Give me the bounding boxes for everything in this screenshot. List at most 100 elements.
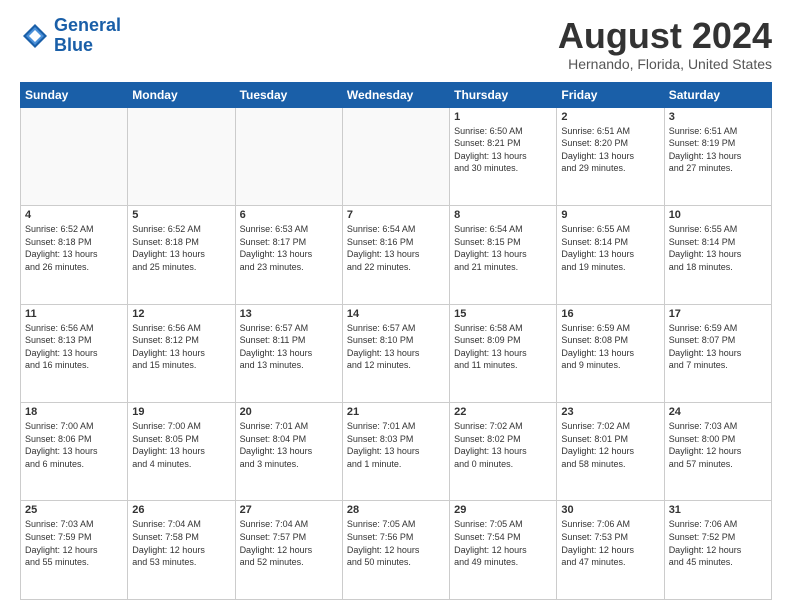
calendar-day-cell: 1 Sunrise: 6:50 AMSunset: 8:21 PMDaylight… [450,107,557,205]
calendar-day-cell [21,107,128,205]
day-number: 11 [25,308,123,320]
day-number: 30 [561,504,659,516]
calendar-day-cell: 17Sunrise: 6:59 AMSunset: 8:07 PMDayligh… [664,304,771,402]
calendar-day-cell: 24Sunrise: 7:03 AMSunset: 8:00 PMDayligh… [664,403,771,501]
subtitle: Hernando, Florida, United States [558,56,772,72]
calendar-day-cell: 15 Sunrise: 6:58 AMSunset: 8:09 PMDayligh… [450,304,557,402]
day-number: 13 [240,308,338,320]
day-number: 9 [561,209,659,221]
day-number: 14 [347,308,445,320]
calendar-day-cell: 23 Sunrise: 7:02 AMSunset: 8:01 PMDayligh… [557,403,664,501]
calendar-day-cell [342,107,449,205]
day-info: Sunrise: 7:00 AMSunset: 8:05 PMDaylight:… [132,420,230,470]
day-info: Sunrise: 7:06 AMSunset: 7:53 PMDaylight:… [561,518,659,568]
title-block: August 2024 Hernando, Florida, United St… [558,16,772,72]
day-info: Sunrise: 6:59 AMSunset: 8:08 PMDaylight:… [561,322,659,372]
day-info: Sunrise: 6:53 AMSunset: 8:17 PMDaylight:… [240,223,338,273]
day-number: 24 [669,406,767,418]
day-info: Sunrise: 6:58 AMSunset: 8:09 PMDaylight:… [454,322,552,372]
calendar-day-cell: 22Sunrise: 7:02 AMSunset: 8:02 PMDayligh… [450,403,557,501]
day-info: Sunrise: 6:56 AMSunset: 8:13 PMDaylight:… [25,322,123,372]
day-number: 12 [132,308,230,320]
calendar-day-cell: 21Sunrise: 7:01 AMSunset: 8:03 PMDayligh… [342,403,449,501]
day-info: Sunrise: 6:52 AMSunset: 8:18 PMDaylight:… [132,223,230,273]
calendar-day-cell: 3 Sunrise: 6:51 AMSunset: 8:19 PMDaylight… [664,107,771,205]
day-info: Sunrise: 6:51 AMSunset: 8:19 PMDaylight:… [669,125,767,175]
page: General Blue August 2024 Hernando, Flori… [0,0,792,612]
calendar-day-cell: 16 Sunrise: 6:59 AMSunset: 8:08 PMDayligh… [557,304,664,402]
day-number: 28 [347,504,445,516]
day-info: Sunrise: 6:50 AMSunset: 8:21 PMDaylight:… [454,125,552,175]
calendar-day-cell: 31 Sunrise: 7:06 AMSunset: 7:52 PMDayligh… [664,501,771,600]
day-info: Sunrise: 6:56 AMSunset: 8:12 PMDaylight:… [132,322,230,372]
calendar-day-cell: 19 Sunrise: 7:00 AMSunset: 8:05 PMDayligh… [128,403,235,501]
day-number: 10 [669,209,767,221]
calendar-table: SundayMondayTuesdayWednesdayThursdayFrid… [20,82,772,600]
day-info: Sunrise: 7:02 AMSunset: 8:02 PMDaylight:… [454,420,552,470]
calendar-day-cell: 8 Sunrise: 6:54 AMSunset: 8:15 PMDaylight… [450,206,557,304]
day-info: Sunrise: 6:52 AMSunset: 8:18 PMDaylight:… [25,223,123,273]
day-number: 5 [132,209,230,221]
day-number: 26 [132,504,230,516]
calendar-day-header: Sunday [21,82,128,107]
calendar-day-cell: 4 Sunrise: 6:52 AMSunset: 8:18 PMDaylight… [21,206,128,304]
logo-line1: General [54,15,121,35]
day-info: Sunrise: 6:55 AMSunset: 8:14 PMDaylight:… [669,223,767,273]
day-info: Sunrise: 7:05 AMSunset: 7:54 PMDaylight:… [454,518,552,568]
calendar-day-header: Thursday [450,82,557,107]
day-number: 25 [25,504,123,516]
day-info: Sunrise: 7:04 AMSunset: 7:58 PMDaylight:… [132,518,230,568]
logo-text: General Blue [54,16,121,56]
calendar-day-cell: 29Sunrise: 7:05 AMSunset: 7:54 PMDayligh… [450,501,557,600]
day-info: Sunrise: 7:06 AMSunset: 7:52 PMDaylight:… [669,518,767,568]
calendar-day-cell: 11 Sunrise: 6:56 AMSunset: 8:13 PMDayligh… [21,304,128,402]
calendar-day-header: Monday [128,82,235,107]
day-number: 3 [669,111,767,123]
day-info: Sunrise: 7:04 AMSunset: 7:57 PMDaylight:… [240,518,338,568]
day-info: Sunrise: 7:05 AMSunset: 7:56 PMDaylight:… [347,518,445,568]
calendar-day-cell: 12 Sunrise: 6:56 AMSunset: 8:12 PMDayligh… [128,304,235,402]
header: General Blue August 2024 Hernando, Flori… [20,16,772,72]
logo-line2: Blue [54,35,93,55]
day-info: Sunrise: 7:01 AMSunset: 8:04 PMDaylight:… [240,420,338,470]
day-number: 20 [240,406,338,418]
day-number: 23 [561,406,659,418]
calendar-header-row: SundayMondayTuesdayWednesdayThursdayFrid… [21,82,772,107]
day-info: Sunrise: 6:57 AMSunset: 8:11 PMDaylight:… [240,322,338,372]
calendar-day-cell: 26 Sunrise: 7:04 AMSunset: 7:58 PMDayligh… [128,501,235,600]
day-number: 16 [561,308,659,320]
day-number: 2 [561,111,659,123]
calendar-week-row: 1 Sunrise: 6:50 AMSunset: 8:21 PMDaylight… [21,107,772,205]
calendar-week-row: 18Sunrise: 7:00 AMSunset: 8:06 PMDayligh… [21,403,772,501]
calendar-day-cell: 28 Sunrise: 7:05 AMSunset: 7:56 PMDayligh… [342,501,449,600]
day-info: Sunrise: 6:51 AMSunset: 8:20 PMDaylight:… [561,125,659,175]
main-title: August 2024 [558,16,772,56]
calendar-day-cell: 14 Sunrise: 6:57 AMSunset: 8:10 PMDayligh… [342,304,449,402]
day-info: Sunrise: 6:54 AMSunset: 8:15 PMDaylight:… [454,223,552,273]
day-number: 31 [669,504,767,516]
day-number: 15 [454,308,552,320]
logo-icon [20,21,50,51]
day-number: 4 [25,209,123,221]
calendar-day-header: Tuesday [235,82,342,107]
day-info: Sunrise: 6:57 AMSunset: 8:10 PMDaylight:… [347,322,445,372]
calendar-day-header: Wednesday [342,82,449,107]
calendar-day-header: Saturday [664,82,771,107]
day-info: Sunrise: 6:59 AMSunset: 8:07 PMDaylight:… [669,322,767,372]
calendar-day-cell: 18Sunrise: 7:00 AMSunset: 8:06 PMDayligh… [21,403,128,501]
day-info: Sunrise: 7:03 AMSunset: 7:59 PMDaylight:… [25,518,123,568]
day-number: 19 [132,406,230,418]
day-info: Sunrise: 7:02 AMSunset: 8:01 PMDaylight:… [561,420,659,470]
calendar-day-cell: 6Sunrise: 6:53 AMSunset: 8:17 PMDaylight… [235,206,342,304]
calendar-day-cell [128,107,235,205]
day-number: 27 [240,504,338,516]
day-number: 7 [347,209,445,221]
logo: General Blue [20,16,121,56]
day-number: 21 [347,406,445,418]
calendar-day-cell: 30 Sunrise: 7:06 AMSunset: 7:53 PMDayligh… [557,501,664,600]
day-number: 18 [25,406,123,418]
day-number: 8 [454,209,552,221]
calendar-day-cell: 2 Sunrise: 6:51 AMSunset: 8:20 PMDaylight… [557,107,664,205]
calendar-day-cell: 10 Sunrise: 6:55 AMSunset: 8:14 PMDayligh… [664,206,771,304]
day-number: 1 [454,111,552,123]
